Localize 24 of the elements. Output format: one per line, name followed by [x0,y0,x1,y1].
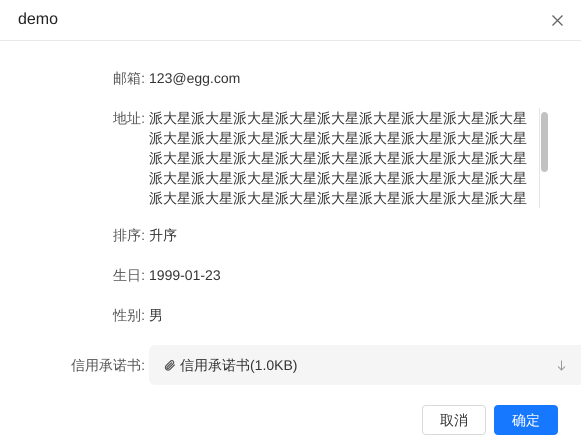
field-label: 地址: [113,109,145,128]
dialog-title: demo [18,10,58,30]
address-line: 派大星派大星派大星派大星派大星派大星派大星派大星派大星 [149,169,527,188]
field-label: 邮箱: [113,69,145,88]
field-value: 123@egg.com [149,69,240,88]
address-line: 派大星派大星派大星派大星派大星派大星派大星派大星派大星 [149,189,527,208]
field-label: 生日: [113,266,145,285]
address-line: 派大星派大星派大星派大星派大星派大星派大星派大星派大星 [149,109,527,128]
field-value: 升序 [149,226,177,245]
confirm-button[interactable]: 确定 [494,405,558,435]
field-label: 排序: [113,226,145,245]
scrollbar[interactable] [539,108,549,208]
download-icon[interactable] [557,360,566,370]
field-value: 男 [149,306,163,325]
attachment-item[interactable]: 信用承诺书(1.0KB) [149,345,581,385]
attachment-name: 信用承诺书(1.0KB) [180,356,298,375]
field-value: 1999-01-23 [149,266,221,285]
address-line: 派大星派大星派大星派大星派大星派大星派大星派大星派大星 [149,129,527,148]
paperclip-icon [163,358,176,372]
cancel-button[interactable]: 取消 [422,405,486,435]
field-label: 信用承诺书: [71,356,145,375]
field-label: 性别: [113,306,145,325]
close-icon[interactable] [552,14,563,26]
address-line: 派大星派大星派大星派大星派大星派大星派大星派大星派大星 [149,149,527,168]
